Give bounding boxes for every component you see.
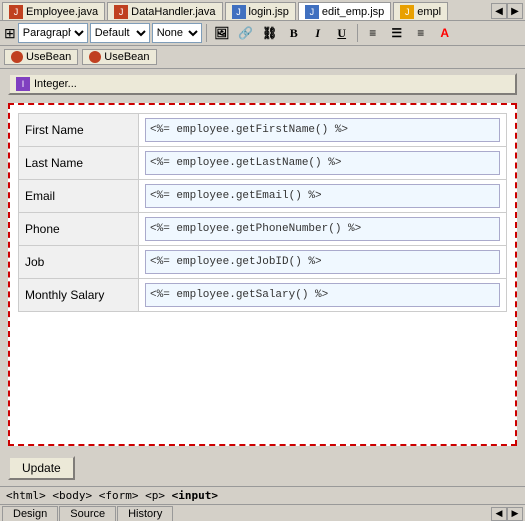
align-left-icon[interactable]: ≡	[362, 23, 384, 43]
tab-label: Employee.java	[26, 6, 98, 18]
table-row: First Name	[19, 114, 507, 147]
status-bar: <html> <body> <form> <p> <input>	[0, 486, 525, 504]
bean-label-2: UseBean	[104, 51, 149, 63]
update-area: Update	[0, 450, 525, 486]
bottom-tab-history-label: History	[128, 508, 162, 520]
table-row: Last Name	[19, 147, 507, 180]
tab-nav: ◀ ▶	[491, 3, 523, 19]
integer-button[interactable]: I Integer...	[8, 73, 517, 95]
italic-button[interactable]: I	[307, 23, 329, 43]
field-input-2[interactable]	[145, 184, 500, 208]
tab-label: empl	[417, 6, 441, 18]
integer-icon: I	[16, 77, 30, 91]
field-label-4: Job	[19, 246, 139, 279]
field-label-5: Monthly Salary	[19, 279, 139, 312]
beans-bar: UseBean UseBean	[0, 46, 525, 69]
image-icon[interactable]: 🖼	[211, 23, 233, 43]
field-input-5[interactable]	[145, 283, 500, 307]
field-input-cell-3	[139, 213, 507, 246]
html-path: <html> <body> <form> <p> <input>	[6, 489, 218, 502]
table-row: Job	[19, 246, 507, 279]
tab-icon: J	[400, 5, 414, 19]
chain-icon[interactable]: ⛓	[259, 23, 281, 43]
bottom-tab-history[interactable]: History	[117, 506, 173, 521]
field-input-4[interactable]	[145, 250, 500, 274]
integer-bar: I Integer...	[0, 69, 525, 99]
java-icon: J	[9, 5, 23, 19]
main-content: First NameLast NameEmailPhoneJobMonthly …	[0, 99, 525, 450]
tab-bar: J Employee.java J DataHandler.java J log…	[0, 0, 525, 21]
align-right-icon[interactable]: ≡	[410, 23, 432, 43]
tab-empl[interactable]: J empl	[393, 2, 448, 20]
table-row: Email	[19, 180, 507, 213]
bottom-tab-bar: Design Source History ◀ ▶	[0, 504, 525, 521]
toolbar: ⊞ Paragraph Default None 🖼 🔗 ⛓ B I U ≡ ☰…	[0, 21, 525, 46]
tab-label: edit_emp.jsp	[322, 6, 384, 18]
bottom-tab-design-label: Design	[13, 508, 47, 520]
tab-label: DataHandler.java	[131, 6, 215, 18]
underline-button[interactable]: U	[331, 23, 353, 43]
tab-nav-right[interactable]: ▶	[507, 3, 523, 19]
align-center-icon[interactable]: ☰	[386, 23, 408, 43]
bean-icon-2	[89, 51, 101, 63]
bold-button[interactable]: B	[283, 23, 305, 43]
tab-nav-left[interactable]: ◀	[491, 3, 507, 19]
toolbar-icon-1: ⊞	[4, 25, 16, 42]
scroll-left-btn[interactable]: ◀	[491, 507, 507, 521]
field-label-1: Last Name	[19, 147, 139, 180]
field-input-3[interactable]	[145, 217, 500, 241]
form-container: First NameLast NameEmailPhoneJobMonthly …	[8, 103, 517, 446]
bottom-tab-source[interactable]: Source	[59, 506, 116, 521]
html-path-input: <input>	[172, 489, 218, 502]
link-icon[interactable]: 🔗	[235, 23, 257, 43]
none-select[interactable]: None	[152, 23, 202, 43]
field-input-0[interactable]	[145, 118, 500, 142]
tab-label: login.jsp	[249, 6, 289, 18]
field-input-1[interactable]	[145, 151, 500, 175]
jsp-icon: J	[305, 5, 319, 19]
tab-login-jsp[interactable]: J login.jsp	[225, 2, 296, 20]
bean-icon-1	[11, 51, 23, 63]
table-row: Monthly Salary	[19, 279, 507, 312]
field-input-cell-5	[139, 279, 507, 312]
toolbar-separator-1	[206, 24, 207, 42]
form-table: First NameLast NameEmailPhoneJobMonthly …	[18, 113, 507, 312]
bottom-tab-source-label: Source	[70, 508, 105, 520]
integer-label: Integer...	[34, 78, 77, 90]
default-select[interactable]: Default	[90, 23, 150, 43]
jsp-icon: J	[232, 5, 246, 19]
tab-employee-java[interactable]: J Employee.java	[2, 2, 105, 20]
table-row: Phone	[19, 213, 507, 246]
field-input-cell-0	[139, 114, 507, 147]
bottom-scroll: ◀ ▶	[491, 507, 523, 521]
paragraph-select[interactable]: Paragraph	[18, 23, 88, 43]
field-input-cell-1	[139, 147, 507, 180]
bottom-tab-design[interactable]: Design	[2, 506, 58, 521]
update-button[interactable]: Update	[8, 456, 75, 480]
field-input-cell-4	[139, 246, 507, 279]
use-bean-1[interactable]: UseBean	[4, 49, 78, 65]
field-label-2: Email	[19, 180, 139, 213]
field-input-cell-2	[139, 180, 507, 213]
bean-label-1: UseBean	[26, 51, 71, 63]
toolbar-separator-2	[357, 24, 358, 42]
tab-datahandler-java[interactable]: J DataHandler.java	[107, 2, 222, 20]
use-bean-2[interactable]: UseBean	[82, 49, 156, 65]
field-label-3: Phone	[19, 213, 139, 246]
java-icon: J	[114, 5, 128, 19]
html-path-text: <html> <body> <form> <p>	[6, 489, 172, 502]
color-icon[interactable]: A	[434, 23, 456, 43]
field-label-0: First Name	[19, 114, 139, 147]
tab-edit-emp-jsp[interactable]: J edit_emp.jsp	[298, 2, 391, 20]
scroll-right-btn[interactable]: ▶	[507, 507, 523, 521]
